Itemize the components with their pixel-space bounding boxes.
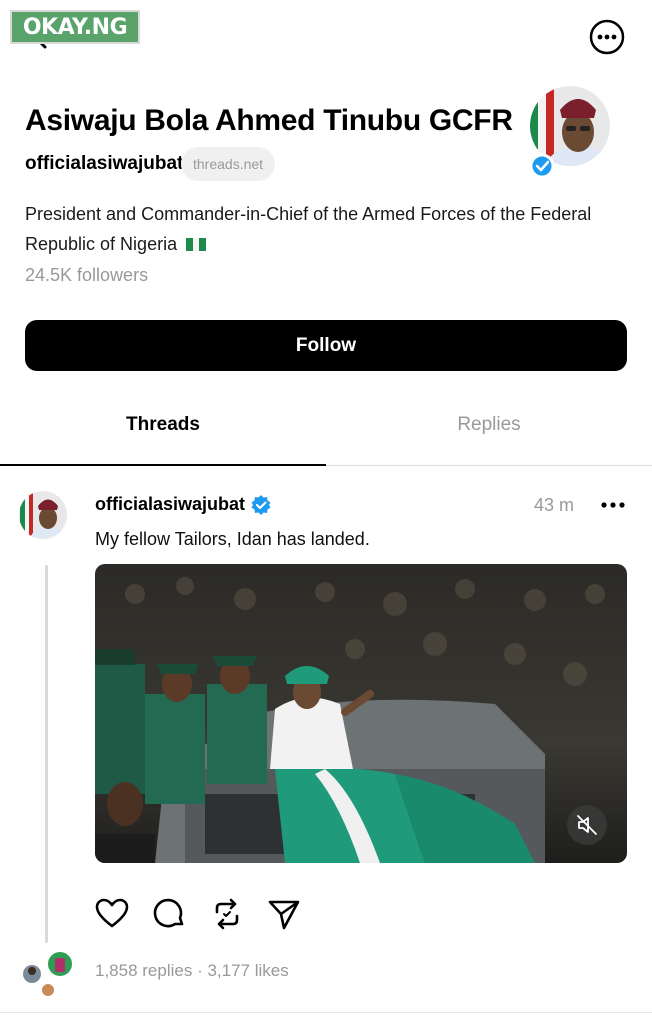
post-author-avatar[interactable] [18,490,68,540]
verified-badge-icon [251,495,271,515]
active-tab-indicator [0,464,326,466]
post-timestamp: 43 m [534,495,575,515]
domain-badge[interactable]: threads.net [181,147,276,181]
follow-button[interactable]: Follow [25,320,627,371]
share-icon[interactable] [266,896,302,932]
tab-threads[interactable]: Threads [0,414,326,466]
tab-replies[interactable]: Replies [326,414,652,466]
more-options-icon[interactable] [588,18,626,56]
post-video[interactable] [95,564,627,863]
mute-toggle-button[interactable] [567,805,607,845]
post-text: My fellow Tailors, Idan has landed. [95,529,370,549]
bio-line2: Republic of Nigeria [25,234,178,254]
profile-name: Asiwaju Bola Ahmed Tinubu GCFR [25,104,513,137]
heart-icon[interactable] [94,896,130,932]
verified-badge-icon [529,153,555,176]
profile-avatar[interactable] [524,84,616,176]
video-frame-image [95,564,627,863]
repost-icon[interactable] [209,896,245,932]
watermark-logo: OKAY.NG [10,10,140,44]
profile-handle: officialasiwajubat [25,153,184,174]
post-stats[interactable]: 1,858 replies · 3,177 likes [95,961,289,981]
profile-bio: President and Commander-in-Chief of the … [25,199,625,259]
post-author-handle[interactable]: officialasiwajubat [95,494,245,515]
replier-avatars[interactable] [18,950,78,1000]
bio-line1: President and Commander-in-Chief of the … [25,204,592,224]
post-divider [0,1012,652,1013]
thread-connector-line [45,565,48,943]
muted-speaker-icon [577,815,597,835]
nigeria-flag-icon [186,238,207,251]
post-more-options-icon[interactable] [598,493,628,517]
followers-count[interactable]: 24.5K followers [25,265,148,286]
comment-icon[interactable] [152,896,188,932]
